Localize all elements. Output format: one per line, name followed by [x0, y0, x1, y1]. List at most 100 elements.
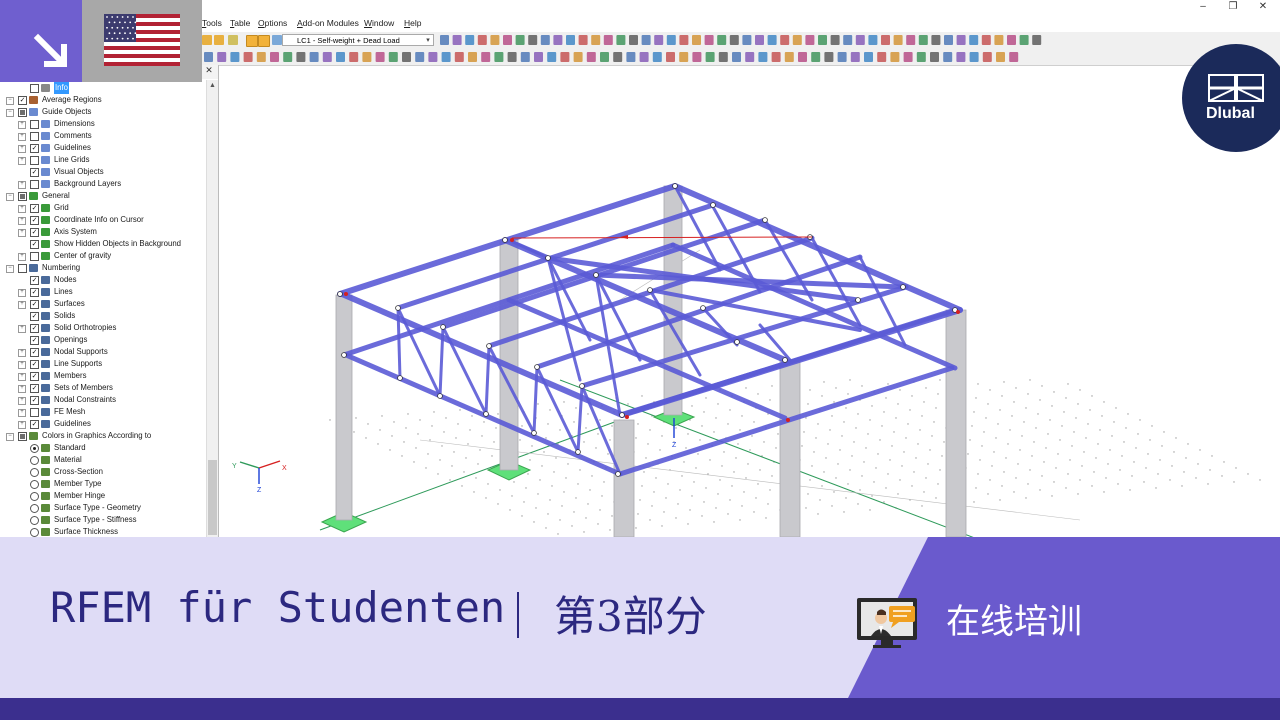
tree-item[interactable]: + ✓ Guidelines — [0, 418, 205, 430]
checkbox[interactable]: ✓ — [30, 384, 39, 393]
checkbox[interactable] — [30, 120, 39, 129]
checkbox[interactable] — [30, 156, 39, 165]
tree-item[interactable]: − General — [0, 190, 205, 202]
load-case-icon[interactable] — [272, 35, 282, 45]
radio-button[interactable] — [30, 492, 39, 501]
expand-icon[interactable]: + — [18, 361, 26, 369]
checkbox[interactable]: ✓ — [30, 420, 39, 429]
tree-item[interactable]: ✓ Visual Objects — [0, 166, 205, 178]
tree-item[interactable]: + Comments — [0, 130, 205, 142]
radio-button[interactable] — [30, 480, 39, 489]
model-icon[interactable] — [228, 35, 238, 45]
expand-icon[interactable]: + — [18, 301, 26, 309]
checkbox[interactable]: ✓ — [30, 360, 39, 369]
radio-button[interactable] — [30, 504, 39, 513]
collapse-icon[interactable]: − — [6, 433, 14, 441]
tree-item[interactable]: + ✓ Guidelines — [0, 142, 205, 154]
checkbox[interactable]: ✓ — [30, 168, 39, 177]
radio-button[interactable] — [30, 444, 39, 453]
checkbox[interactable] — [30, 132, 39, 141]
menu-table[interactable]: Table — [230, 18, 250, 28]
folder-icon[interactable] — [214, 35, 224, 45]
view-toggle-icon[interactable] — [246, 35, 258, 47]
expand-icon[interactable]: + — [18, 121, 26, 129]
expand-icon[interactable]: + — [18, 325, 26, 333]
expand-icon[interactable]: + — [18, 145, 26, 153]
tree-item[interactable]: Cross-Section — [0, 466, 205, 478]
tree-item[interactable]: ✓ Nodes — [0, 274, 205, 286]
tree-item[interactable]: + ✓ Grid — [0, 202, 205, 214]
radio-button[interactable] — [30, 516, 39, 525]
menu-window[interactable]: Window — [364, 18, 394, 28]
tree-item[interactable]: Standard — [0, 442, 205, 454]
tree-item[interactable]: ✓ Solids — [0, 310, 205, 322]
tree-item[interactable]: Member Type — [0, 478, 205, 490]
structure-model[interactable]: Z X Y Z — [219, 66, 1280, 537]
tree-item[interactable]: + ✓ Surfaces — [0, 298, 205, 310]
tree-item[interactable]: + Line Grids — [0, 154, 205, 166]
checkbox[interactable] — [18, 108, 27, 117]
tree-item[interactable]: + ✓ Nodal Constraints — [0, 394, 205, 406]
tree-item[interactable]: − Numbering — [0, 262, 205, 274]
tree-item[interactable]: + ✓ Nodal Supports — [0, 346, 205, 358]
checkbox[interactable]: ✓ — [30, 240, 39, 249]
checkbox[interactable]: ✓ — [30, 204, 39, 213]
expand-icon[interactable]: + — [18, 181, 26, 189]
expand-icon[interactable]: + — [18, 289, 26, 297]
tree-item[interactable]: + Dimensions — [0, 118, 205, 130]
tree-item[interactable]: + ✓ Coordinate Info on Cursor — [0, 214, 205, 226]
checkbox[interactable]: ✓ — [30, 324, 39, 333]
radio-button[interactable] — [30, 456, 39, 465]
checkbox[interactable]: ✓ — [18, 96, 27, 105]
tree-item[interactable]: ✓ Openings — [0, 334, 205, 346]
scroll-up-icon[interactable]: ▲ — [208, 82, 217, 91]
collapse-icon[interactable]: − — [6, 193, 14, 201]
expand-icon[interactable]: + — [18, 217, 26, 225]
menu-help[interactable]: Help — [404, 18, 421, 28]
expand-icon[interactable]: + — [18, 409, 26, 417]
tree-item[interactable]: Surface Type - Geometry — [0, 502, 205, 514]
view-toggle-2-icon[interactable] — [258, 35, 270, 47]
expand-icon[interactable]: + — [18, 157, 26, 165]
checkbox[interactable]: ✓ — [30, 396, 39, 405]
toolbar-icons-row2[interactable] — [204, 51, 1274, 64]
navigator-close-button[interactable]: ✕ — [200, 65, 218, 79]
collapse-icon[interactable]: − — [6, 109, 14, 117]
tree-item[interactable]: + Background Layers — [0, 178, 205, 190]
checkbox[interactable] — [18, 264, 27, 273]
tree-item[interactable]: Surface Thickness — [0, 526, 205, 537]
checkbox[interactable] — [18, 192, 27, 201]
expand-icon[interactable]: + — [18, 373, 26, 381]
expand-icon[interactable]: + — [18, 349, 26, 357]
close-button[interactable]: ✕ — [1248, 0, 1278, 15]
checkbox[interactable] — [30, 252, 39, 261]
tree-item[interactable]: + ✓ Members — [0, 370, 205, 382]
navigator-scrollbar[interactable]: ▲ — [206, 80, 218, 537]
tree-item[interactable]: + FE Mesh — [0, 406, 205, 418]
tree-item[interactable]: − ✓ Average Regions — [0, 94, 205, 106]
checkbox[interactable]: ✓ — [30, 312, 39, 321]
checkbox[interactable]: ✓ — [30, 348, 39, 357]
minimize-button[interactable]: – — [1188, 0, 1218, 15]
collapse-icon[interactable]: − — [6, 265, 14, 273]
checkbox[interactable]: ✓ — [30, 288, 39, 297]
checkbox[interactable]: ✓ — [30, 144, 39, 153]
expand-icon[interactable]: + — [18, 205, 26, 213]
tree-item[interactable]: ✓ Show Hidden Objects in Background — [0, 238, 205, 250]
load-case-select[interactable]: LC1 - Self-weight + Dead Load ▾ — [282, 34, 434, 46]
radio-button[interactable] — [30, 528, 39, 537]
checkbox[interactable]: ✓ — [30, 336, 39, 345]
tree-item[interactable]: Member Hinge — [0, 490, 205, 502]
model-viewport[interactable]: Z X Y Z — [219, 66, 1280, 537]
checkbox[interactable]: ✓ — [30, 300, 39, 309]
checkbox[interactable] — [18, 432, 27, 441]
tree-item[interactable]: − Guide Objects — [0, 106, 205, 118]
checkbox[interactable] — [30, 180, 39, 189]
checkbox[interactable]: ✓ — [30, 216, 39, 225]
tree-item[interactable]: + ✓ Solid Orthotropies — [0, 322, 205, 334]
expand-icon[interactable]: + — [18, 253, 26, 261]
checkbox[interactable] — [30, 408, 39, 417]
checkbox[interactable]: ✓ — [30, 228, 39, 237]
expand-icon[interactable]: + — [18, 421, 26, 429]
checkbox[interactable]: ✓ — [30, 276, 39, 285]
